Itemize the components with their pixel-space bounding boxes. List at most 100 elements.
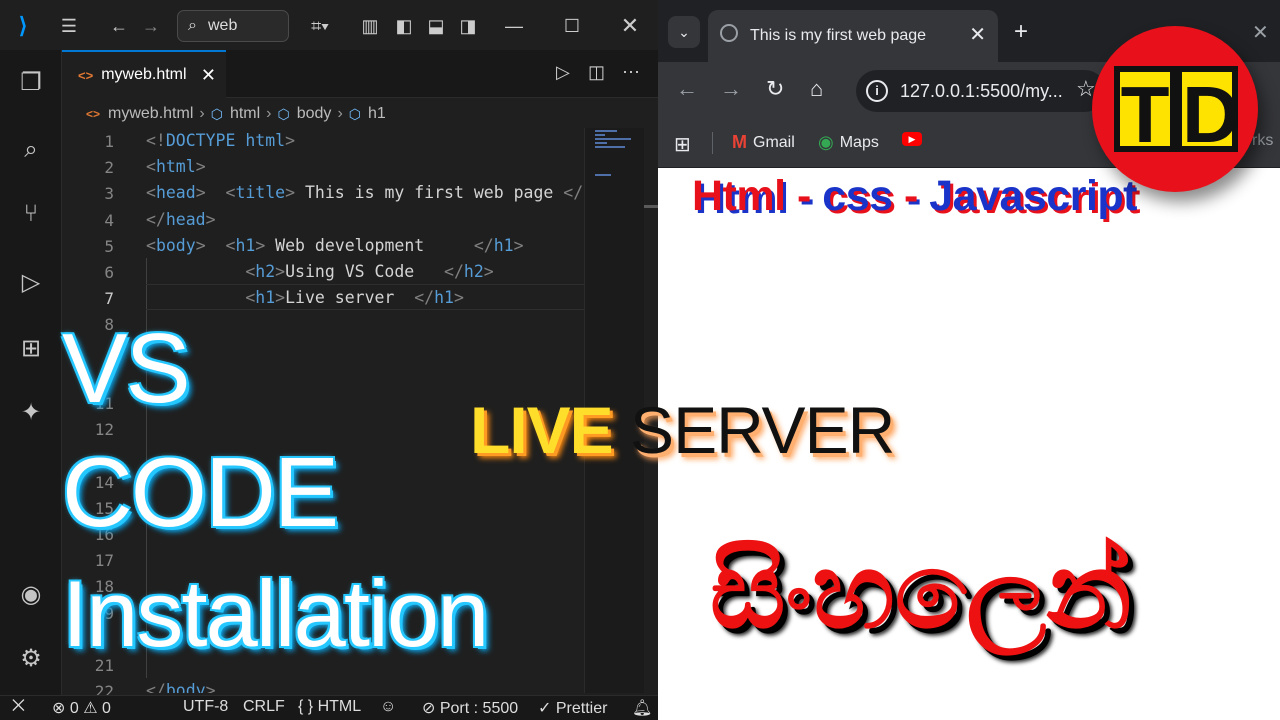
- problems-indicator[interactable]: ⊗ 0 ⚠ 0: [52, 698, 111, 718]
- live-server-port[interactable]: ⊘ Port : 5500: [422, 698, 518, 718]
- line-number: 5: [104, 236, 114, 256]
- account-icon[interactable]: ◉: [13, 576, 49, 612]
- element-icon: ⬡: [210, 105, 223, 122]
- bookmark-maps[interactable]: ◉ Maps: [818, 132, 879, 153]
- code-token: Using VS Code: [285, 262, 445, 281]
- code-line[interactable]: <html>: [146, 154, 206, 180]
- minimap-line: [595, 142, 607, 144]
- reload-icon[interactable]: ↻: [766, 76, 784, 102]
- command-center-search[interactable]: ⌕ web: [177, 10, 289, 42]
- maximize-icon[interactable]: ☐: [560, 12, 584, 40]
- search-view-icon[interactable]: ⌕: [13, 132, 49, 168]
- line-number: 2: [104, 158, 114, 178]
- code-token: >: [205, 681, 216, 693]
- settings-gear-icon[interactable]: ⚙: [13, 640, 49, 676]
- toggle-secondary-sidebar-icon[interactable]: ◨: [456, 12, 480, 40]
- bookmark-youtube[interactable]: ▶: [902, 132, 922, 146]
- menu-icon[interactable]: ☰: [56, 12, 82, 40]
- code-line[interactable]: </head>: [146, 207, 216, 233]
- copilot-status-icon[interactable]: ☺: [380, 698, 396, 716]
- browser-tab[interactable]: This is my first web page ✕: [708, 10, 998, 62]
- breadcrumb-h1[interactable]: h1: [368, 105, 386, 123]
- language-mode[interactable]: { } HTML: [298, 698, 361, 716]
- toggle-panel-icon[interactable]: ⬓: [424, 12, 448, 40]
- code-token: h1: [493, 235, 514, 255]
- code-line[interactable]: <body> <h1> Web development </h1>: [146, 233, 524, 259]
- run-icon[interactable]: ▷: [556, 62, 570, 83]
- close-tab-icon[interactable]: ✕: [201, 65, 216, 86]
- close-window-icon[interactable]: ✕: [618, 12, 642, 40]
- forward-icon[interactable]: →: [720, 76, 742, 102]
- code-token: This is my first web page: [295, 183, 564, 203]
- bookmark-label: Maps: [839, 133, 879, 151]
- globe-icon: [720, 24, 738, 42]
- split-editor-icon[interactable]: ◫: [588, 62, 605, 83]
- all-bookmarks-fragment[interactable]: rks: [1252, 132, 1273, 150]
- code-token: >: [195, 157, 206, 177]
- code-token: h2: [463, 262, 484, 281]
- breadcrumb-html[interactable]: html: [230, 105, 260, 123]
- bookmark-gmail[interactable]: M Gmail: [732, 132, 795, 153]
- code-token: >: [195, 235, 206, 255]
- minimize-icon[interactable]: —: [502, 12, 526, 40]
- port-icon: ⊘: [422, 700, 436, 717]
- element-icon: ⬡: [277, 105, 290, 122]
- youtube-icon: ▶: [902, 132, 922, 146]
- code-token: >: [453, 288, 464, 308]
- close-tab-icon[interactable]: ✕: [969, 22, 986, 47]
- code-token: >: [275, 262, 286, 281]
- activity-bar: ❐ ⌕ ⑂ ▷ ⊞ ✦ ◉ ⚙: [0, 50, 62, 695]
- site-info-icon[interactable]: i: [866, 80, 888, 102]
- home-icon[interactable]: ⌂: [810, 76, 823, 102]
- title-bar: ⟩ ☰ ← → ⌕ web ⌗▾ ▥ ◧ ⬓ ◨ — ☐ ✕: [0, 0, 658, 50]
- code-token: <: [245, 262, 256, 281]
- back-arrow-icon[interactable]: ←: [106, 12, 132, 40]
- code-token: </: [146, 681, 166, 693]
- extensions-icon[interactable]: ⊞: [13, 330, 49, 366]
- new-tab-icon[interactable]: +: [1014, 18, 1028, 46]
- breadcrumb: <> myweb.html › ⬡ html › ⬡ body › ⬡ h1: [62, 100, 658, 128]
- breadcrumb-file[interactable]: myweb.html: [108, 105, 193, 123]
- live-server-title: LIVE SERVER: [470, 392, 895, 468]
- toggle-sidebar-icon[interactable]: ◧: [392, 12, 416, 40]
- server-text: SERVER: [630, 393, 895, 467]
- forward-arrow-icon[interactable]: →: [138, 12, 164, 40]
- remote-icon[interactable]: ⨉: [12, 698, 25, 716]
- code-line[interactable]: </body>: [146, 678, 216, 693]
- apps-grid-icon[interactable]: ⊞: [674, 132, 691, 157]
- code-line[interactable]: <h2>Using VS Code </h2>: [146, 259, 493, 285]
- run-debug-icon[interactable]: ▷: [13, 264, 49, 300]
- line-number: 4: [104, 210, 114, 230]
- copilot-icon[interactable]: ⌗▾: [302, 12, 338, 40]
- prettier-status[interactable]: ✓ Prettier: [538, 698, 607, 718]
- notifications-bell-icon[interactable]: 🔔︎: [632, 698, 652, 718]
- encoding-status[interactable]: UTF-8: [183, 698, 228, 716]
- error-icon: ⊗: [52, 700, 66, 717]
- address-bar[interactable]: i 127.0.0.1:5500/my...: [856, 70, 1106, 112]
- customize-layout-icon[interactable]: ▥: [358, 12, 382, 40]
- back-icon[interactable]: ←: [676, 76, 698, 102]
- title-code: CODE: [62, 437, 339, 547]
- code-token: h1: [235, 235, 256, 255]
- close-window-icon[interactable]: ✕: [1252, 20, 1269, 45]
- bookmark-label: Gmail: [753, 133, 795, 151]
- scrollbar-marker[interactable]: [644, 205, 658, 208]
- code-token: <: [146, 235, 156, 255]
- chat-icon[interactable]: ✦: [13, 394, 49, 430]
- tab-search-chevron-icon[interactable]: ⌄: [668, 16, 700, 48]
- explorer-icon[interactable]: ❐: [13, 64, 49, 100]
- tab-myweb-html[interactable]: <> myweb.html ✕: [62, 50, 226, 98]
- source-control-icon[interactable]: ⑂: [13, 196, 49, 232]
- breadcrumb-body[interactable]: body: [297, 105, 332, 123]
- code-line[interactable]: <!DOCTYPE html>: [146, 128, 295, 154]
- more-actions-icon[interactable]: ⋯: [622, 62, 640, 83]
- code-line[interactable]: <h1>Live server </h1>: [146, 285, 464, 311]
- eol-status[interactable]: CRLF: [243, 698, 285, 716]
- code-token: </: [444, 262, 464, 281]
- code-line[interactable]: <head> <title> This is my first web page…: [146, 180, 584, 206]
- minimap-line: [595, 174, 611, 176]
